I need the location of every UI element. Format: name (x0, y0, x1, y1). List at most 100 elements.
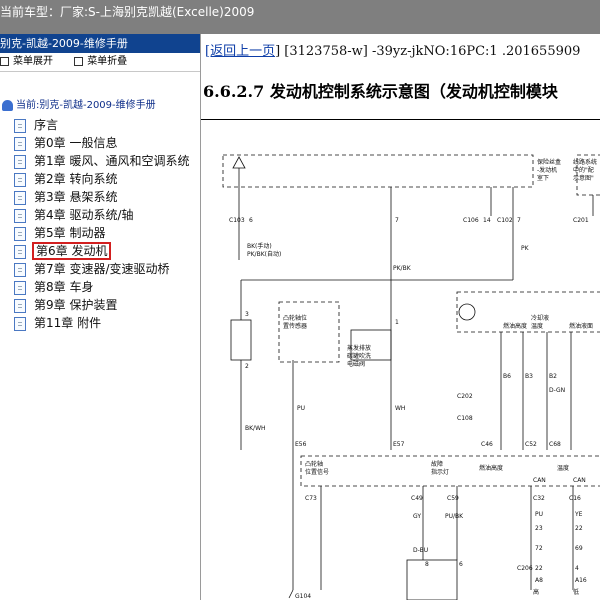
tree-item-ch0[interactable]: 第0章 一般信息 (0, 134, 200, 152)
document-icon (14, 119, 26, 133)
component-label: 温度 (531, 322, 543, 330)
fuse-note: -发动机 (537, 166, 557, 174)
tree-item-label: 第8章 车身 (34, 280, 94, 294)
tree-item-label: 第4章 驱动系统/轴 (34, 208, 134, 222)
document-icon (14, 245, 26, 259)
signal-label: 凸轮轴 (305, 460, 323, 468)
tree-item-preface[interactable]: 序言 (0, 116, 200, 134)
expand-menu-button[interactable]: 菜单展开 (0, 53, 53, 71)
wire-label: D-GN (549, 387, 565, 394)
pin-label: 14 (483, 217, 491, 224)
expand-menu-label: 菜单展开 (13, 56, 53, 67)
connector-label: C59 (447, 495, 459, 502)
connector-label: C52 (525, 441, 537, 448)
junction-note: 线路系统 (573, 158, 597, 166)
document-icon (14, 191, 26, 205)
pin-label: B3 (525, 373, 533, 380)
manual-header-label: 别克-凯越-2009-维修手册 (0, 37, 128, 50)
can-low-label: 低 (573, 588, 579, 596)
connector-label: C49 (411, 495, 423, 502)
pin-label: 22 (535, 565, 543, 572)
connector-label: C202 (457, 393, 473, 400)
connector-label: C73 (305, 495, 317, 502)
document-id: ] [3123758-w] -39yz-jkNO:16PC:1 .2016559… (275, 44, 581, 59)
document-icon (14, 155, 26, 169)
tree-item-ch9[interactable]: 第9章 保护装置 (0, 296, 200, 314)
pin-label: 6 (249, 217, 253, 224)
connector-label: C68 (549, 441, 561, 448)
page-title: 6.6.2.7 发动机控制系统示意图（发动机控制模块 (203, 82, 558, 101)
connector-label: C103 (229, 217, 245, 224)
signal-label: CAN (533, 477, 546, 484)
tree-item-ch11[interactable]: 第11章 附件 (0, 314, 200, 332)
signal-label: 燃油高度 (479, 464, 503, 472)
title-bar: 当前车型：厂家:S-上海别克凯越(Excelle)2009 (0, 0, 600, 34)
document-icon (14, 317, 26, 331)
tree-item-ch1[interactable]: 第1章 暖风、通风和空调系统 (0, 152, 200, 170)
tree-item-ch2[interactable]: 第2章 转向系统 (0, 170, 200, 188)
tree-item-ch4[interactable]: 第4章 驱动系统/轴 (0, 206, 200, 224)
component-label: 碳罐吹洗 (347, 352, 371, 360)
connector-label: C46 (481, 441, 493, 448)
component-label: 蒸发排放 (347, 344, 371, 352)
tree-item-label: 第5章 制动器 (34, 226, 106, 240)
tree-root[interactable]: 当前:别克-凯越-2009-维修手册 (0, 96, 200, 116)
component-label: 燃油高度 (503, 322, 527, 330)
tree-item-label: 第11章 附件 (34, 316, 102, 330)
pin-label: 72 (535, 545, 543, 552)
fuse-note: 保险丝盒 (537, 158, 561, 166)
tree-item-ch7[interactable]: 第7章 变速器/变速驱动桥 (0, 260, 200, 278)
tree-item-ch6-selected[interactable]: 第6章 发动机 (0, 242, 200, 260)
pin-label: B6 (503, 373, 511, 380)
tree-item-label: 第3章 悬架系统 (34, 190, 118, 204)
pin-label: 22 (575, 525, 583, 532)
pin-label: 23 (535, 525, 543, 532)
tree-item-label: 第2章 转向系统 (34, 172, 118, 186)
wire-label: PK/BK(自动) (247, 250, 281, 258)
document-icon (14, 173, 26, 187)
wire-label: GY (413, 513, 421, 520)
breadcrumb: [返回上一页] [3123758-w] -39yz-jkNO:16PC:1 .2… (205, 40, 580, 59)
collapse-menu-label: 菜单折叠 (87, 56, 128, 67)
document-icon (14, 299, 26, 313)
connector-label: C102 (497, 217, 513, 224)
signal-label: 温度 (557, 464, 569, 472)
wire-label: PU/BK (445, 513, 464, 520)
ground-label: G104 (295, 593, 311, 600)
connector-label: C201 (573, 217, 589, 224)
connector-label: C206 (517, 565, 533, 572)
pin-label: 69 (575, 545, 583, 552)
connector-label: C32 (533, 495, 545, 502)
pin-label: 7 (395, 217, 399, 224)
wire-label: PK (521, 245, 530, 252)
expand-icon (0, 56, 9, 66)
back-link[interactable]: [返回上一页 (205, 44, 275, 59)
chapter-tree: 当前:别克-凯越-2009-维修手册 序言 第0章 一般信息 第1章 暖风、通风… (0, 96, 200, 332)
tree-item-label: 第0章 一般信息 (34, 136, 118, 150)
tree-item-ch8[interactable]: 第8章 车身 (0, 278, 200, 296)
pin-label: E57 (393, 441, 405, 448)
tree-item-label: 序言 (34, 118, 59, 132)
wire-label: PU (297, 405, 305, 412)
tree-item-label: 第9章 保护装置 (34, 298, 118, 312)
wire-label: PK/BK (393, 265, 412, 272)
tree-toolbar: 菜单展开 菜单折叠 (0, 53, 200, 72)
can-high-label: 高 (533, 588, 539, 596)
collapse-menu-button[interactable]: 菜单折叠 (74, 53, 127, 71)
wire-label: WH (395, 405, 405, 412)
component-label: 电磁阀 (347, 360, 365, 368)
connector-label: C108 (457, 415, 473, 422)
pin-label: E56 (295, 441, 307, 448)
signal-label: 指示灯 (431, 468, 449, 476)
tree-item-ch5[interactable]: 第5章 制动器 (0, 224, 200, 242)
wire-label: BK(手动) (247, 242, 272, 250)
wire-label: YE (574, 511, 583, 518)
pin-label: 6 (459, 561, 463, 568)
wire-label: BK/WH (245, 425, 266, 432)
pin-label: 2 (245, 363, 249, 370)
tree-item-ch3[interactable]: 第3章 悬架系统 (0, 188, 200, 206)
pin-label: 1 (395, 319, 399, 326)
wire-label: PU (535, 511, 543, 518)
manual-header: 别克-凯越-2009-维修手册 (0, 34, 200, 53)
fuse-note: 室下 (537, 174, 549, 182)
